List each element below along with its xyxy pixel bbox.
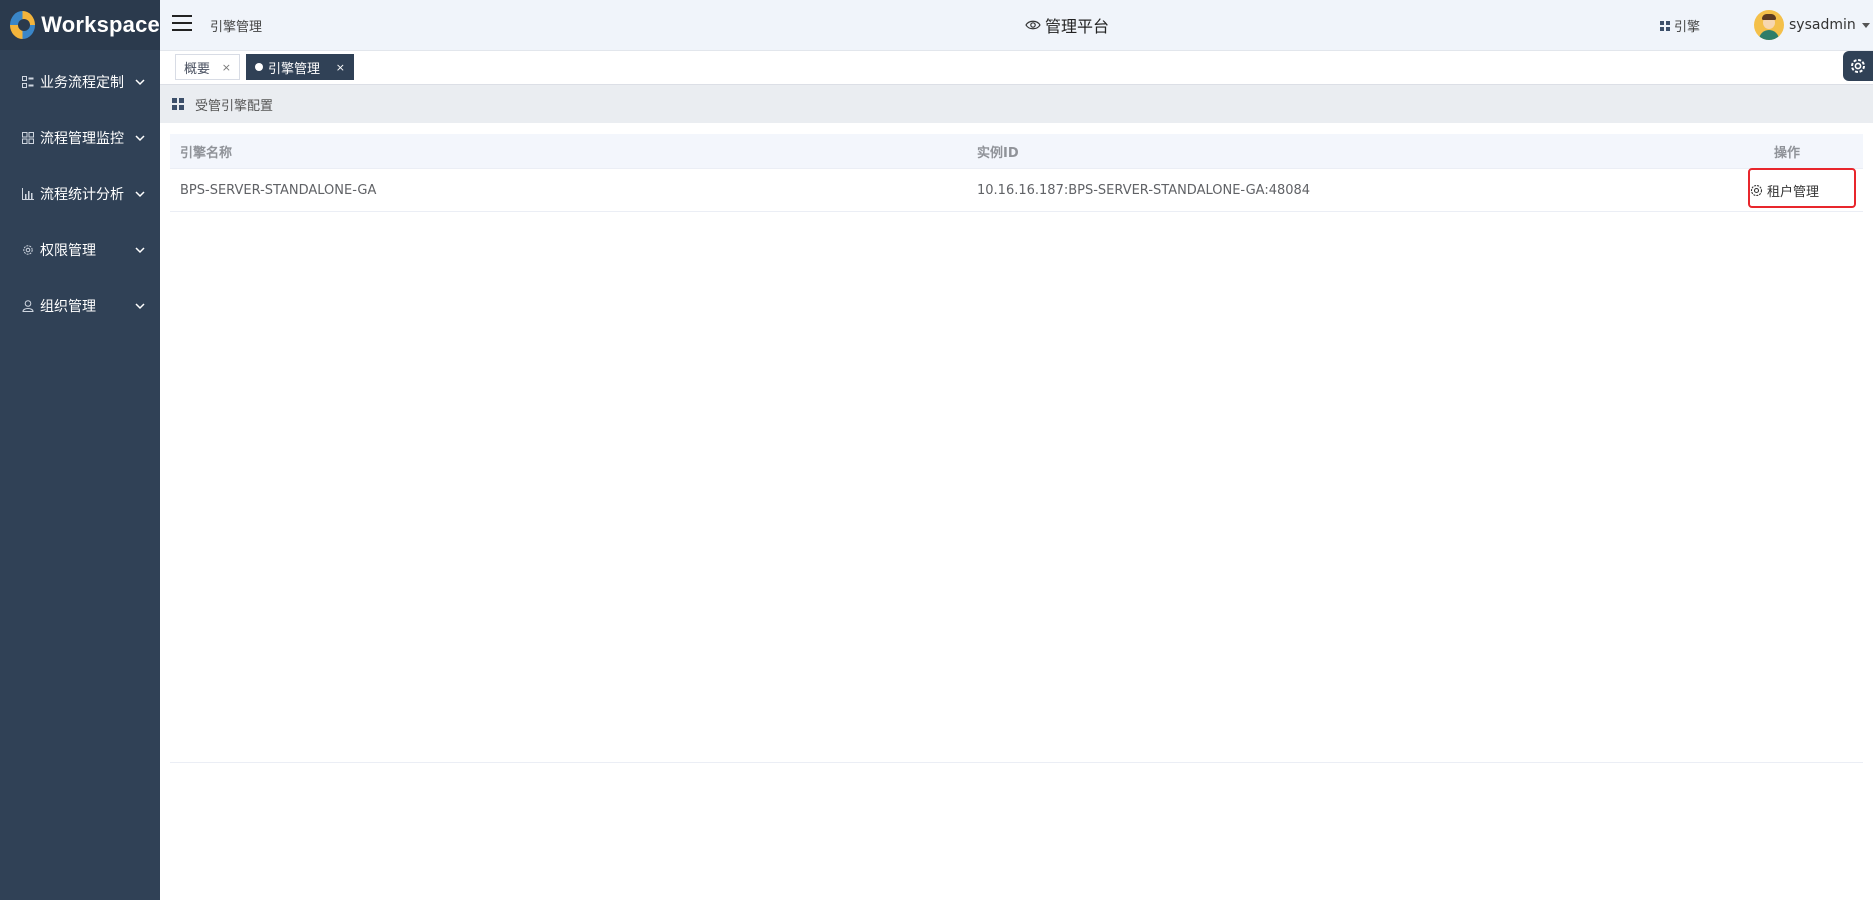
settings-button[interactable] [1843,51,1873,81]
grid-icon [1660,20,1670,31]
close-icon[interactable]: × [222,61,231,74]
sidebar-item-label: 组织管理 [40,299,96,315]
app-logo[interactable]: Workspace [0,0,160,50]
workflow-icon [22,76,34,88]
tenant-management-label: 租户管理 [1767,184,1820,200]
user-name: sysadmin [1789,17,1856,33]
engine-link[interactable]: 引擎 [1660,16,1700,35]
close-icon[interactable]: × [336,61,345,74]
platform-title: 管理平台 [1025,13,1109,37]
column-header-instance-id: 实例ID [977,145,1019,161]
logo-icon [10,11,36,39]
column-header-actions: 操作 [1774,145,1801,161]
sidebar-item-permissions[interactable]: 权限管理 [0,222,160,278]
sidebar-item-workflow-custom[interactable]: 业务流程定制 [0,54,160,110]
tab-engine-management[interactable]: 引擎管理 × [246,54,354,80]
tabs-bar: 概要 × 引擎管理 × [160,51,1873,85]
sidebar: Workspace 业务流程定制 流程管理监控 流程统计分析 权限管理 组织管理 [0,0,160,900]
table-header: 引擎名称 实例ID 操作 [170,134,1863,168]
chevron-down-icon [135,247,145,254]
gear-icon [1851,59,1865,73]
top-header: 引擎管理 管理平台 引擎 sysadmin [160,0,1873,51]
sidebar-item-label: 业务流程定制 [40,75,124,91]
sidebar-item-organization[interactable]: 组织管理 [0,278,160,334]
grid-icon [172,98,184,110]
cell-instance-id: 10.16.16.187:BPS-SERVER-STANDALONE-GA:48… [977,182,1311,198]
chevron-down-icon [135,135,145,142]
chevron-down-icon [135,191,145,198]
engine-link-label: 引擎 [1674,20,1701,35]
logo-text: Workspace [41,12,160,37]
section-header: 受管引擎配置 [160,85,1873,123]
chevron-down-icon [135,303,145,310]
sidebar-item-process-monitor[interactable]: 流程管理监控 [0,110,160,166]
gear-icon [22,244,34,256]
eye-icon [1025,20,1041,30]
gear-icon [1750,184,1763,196]
hamburger-menu-icon[interactable] [172,15,192,31]
sidebar-item-label: 流程管理监控 [40,131,124,147]
avatar [1754,10,1784,40]
tab-label: 概要 [184,61,211,77]
sidebar-menu: 业务流程定制 流程管理监控 流程统计分析 权限管理 组织管理 [0,54,160,334]
column-header-engine-name: 引擎名称 [180,145,233,161]
sidebar-item-label: 流程统计分析 [40,187,124,203]
active-dot-icon [255,63,263,71]
user-menu[interactable]: sysadmin [1754,10,1870,40]
tab-label: 引擎管理 [268,61,321,77]
breadcrumb: 引擎管理 [210,20,263,35]
section-title: 受管引擎配置 [195,98,274,114]
grid-icon [22,132,34,144]
tab-overview[interactable]: 概要 × [175,54,240,80]
cell-engine-name: BPS-SERVER-STANDALONE-GA [180,182,377,198]
sidebar-item-label: 权限管理 [40,243,96,259]
sidebar-item-process-stats[interactable]: 流程统计分析 [0,166,160,222]
engine-table: 引擎名称 实例ID 操作 BPS-SERVER-STANDALONE-GA 10… [170,134,1863,212]
caret-down-icon [1861,22,1870,28]
tenant-management-button[interactable]: 租户管理 [1750,181,1819,200]
table-bottom-divider [170,762,1863,763]
table-row: BPS-SERVER-STANDALONE-GA 10.16.16.187:BP… [170,168,1863,212]
bar-chart-icon [22,188,34,200]
chevron-down-icon [135,79,145,86]
user-icon [22,300,34,312]
platform-title-text: 管理平台 [1045,17,1110,36]
